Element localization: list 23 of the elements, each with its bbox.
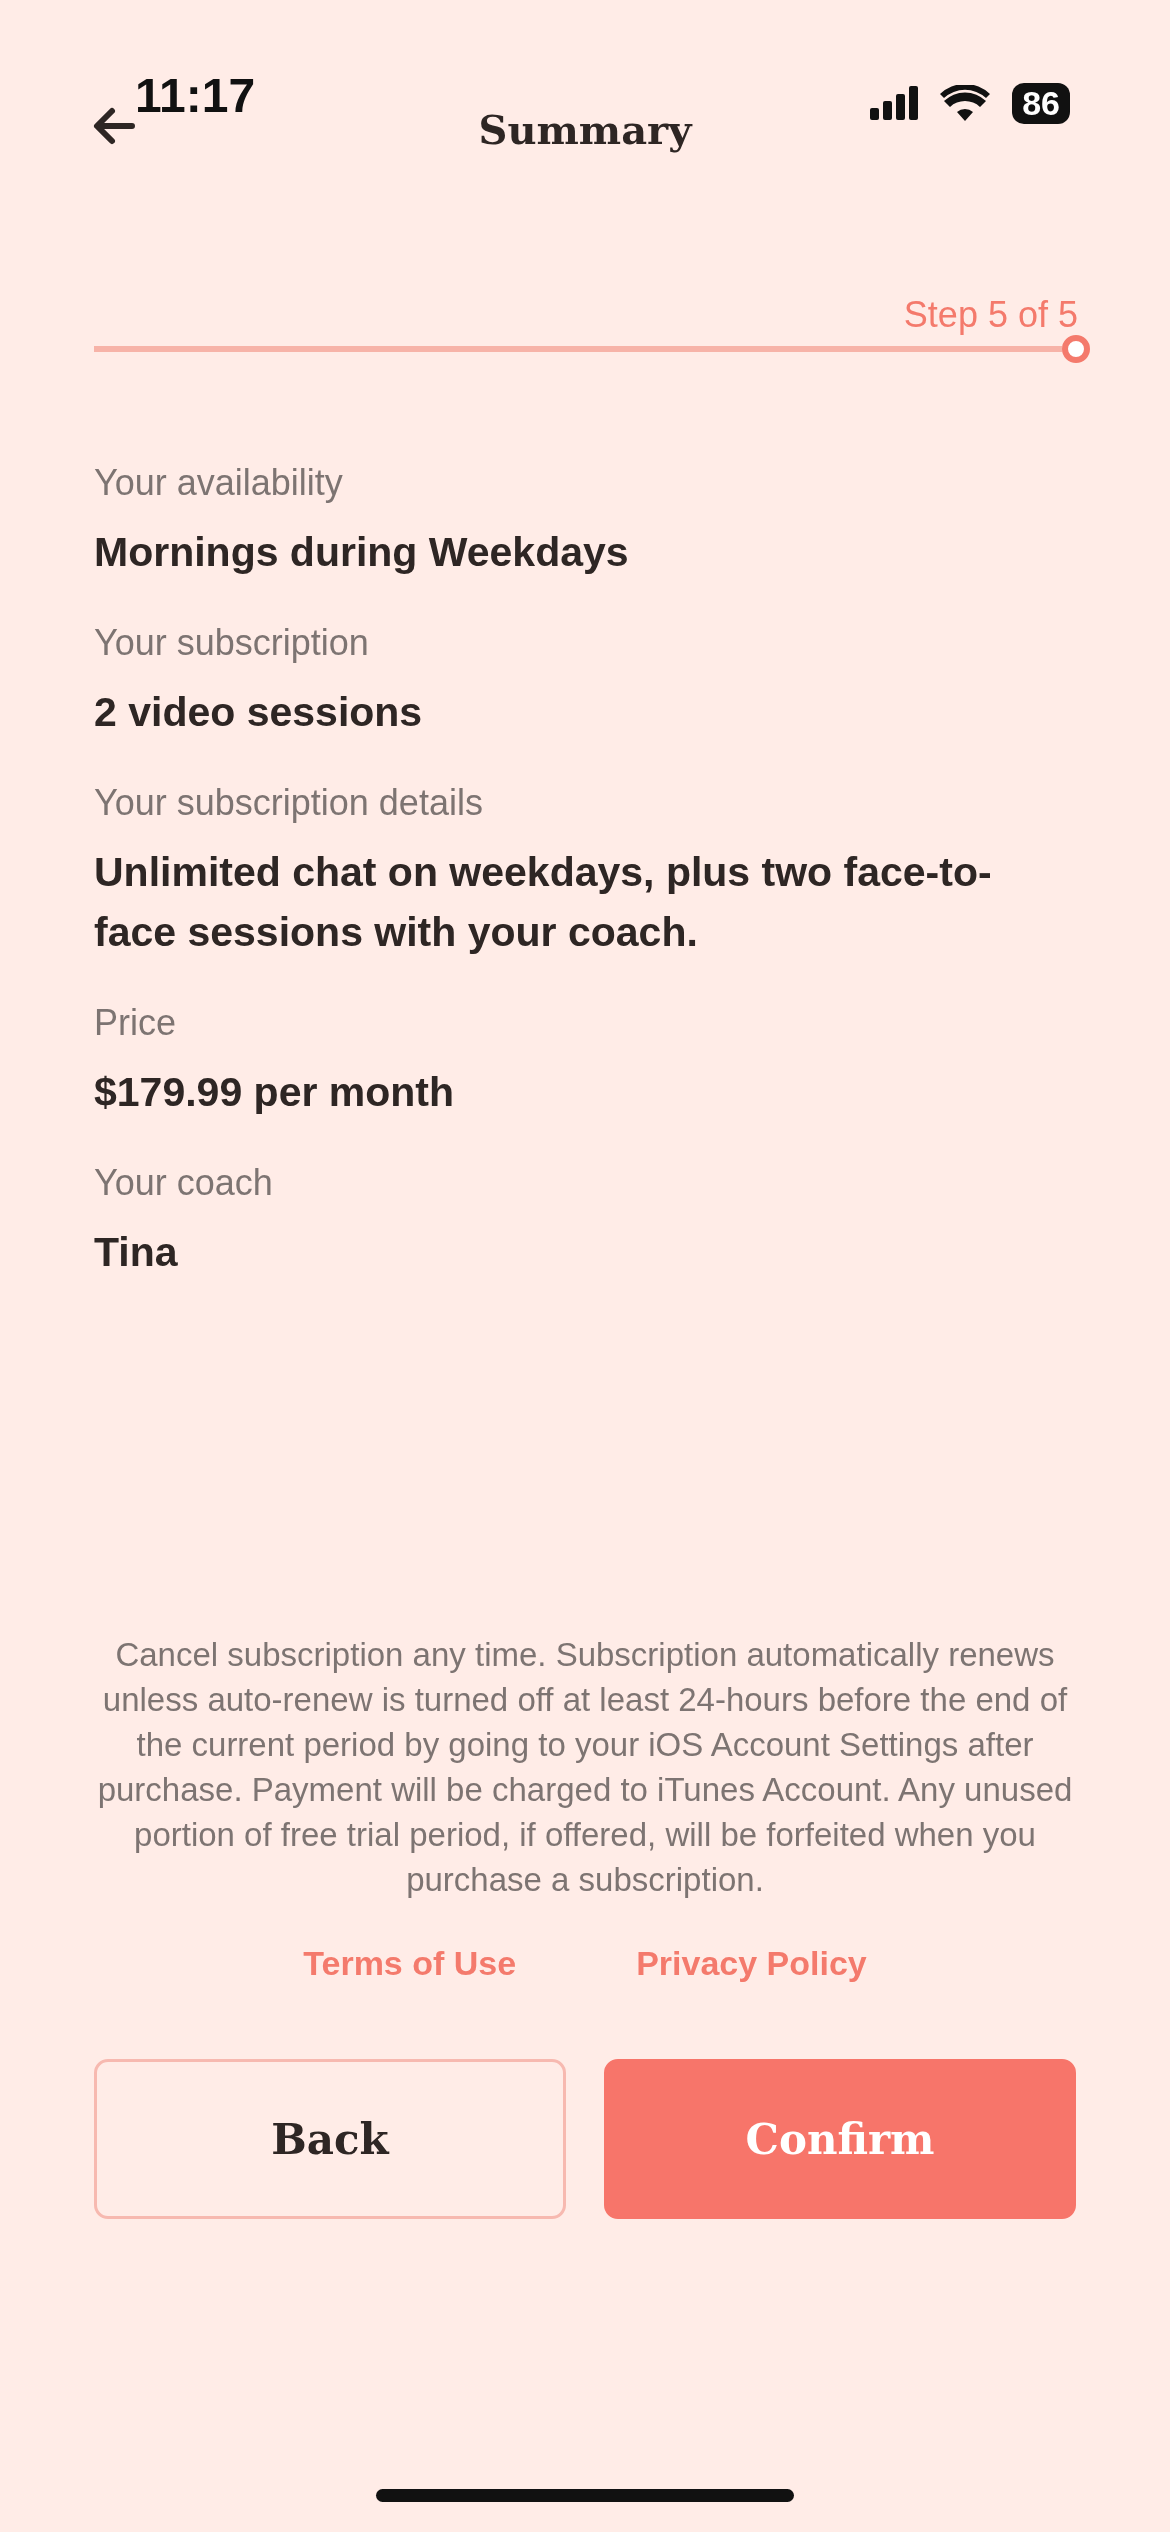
step-label: Step 5 of 5 bbox=[902, 293, 1079, 337]
signal-icon bbox=[870, 86, 919, 121]
page-title: Summary bbox=[478, 105, 692, 155]
field-label: Your coach bbox=[94, 1161, 274, 1206]
field-label: Your subscription bbox=[94, 621, 370, 666]
field-value: Tina bbox=[94, 1228, 179, 1278]
field-label: Your availability bbox=[94, 461, 344, 505]
status-time: 11:17 bbox=[135, 72, 256, 120]
field-value: Unlimited chat on weekdays, plus two face-to-face sessions with your coach. bbox=[94, 848, 993, 957]
field-value: 2 video sessions bbox=[94, 688, 424, 738]
footer-link[interactable]: Privacy Policy bbox=[636, 1938, 867, 1989]
footer-link[interactable]: Terms of Use bbox=[303, 1938, 517, 1989]
back-button[interactable]: Back bbox=[94, 2059, 566, 2219]
field-value: $179.99 per month bbox=[94, 1067, 456, 1117]
confirm-button[interactable]: Confirm bbox=[604, 2059, 1076, 2219]
disclaimer-text: Cancel subscription any time. Subscription automatically renews unless auto-renew is turned off at least 24-hours before the end of the current period by going to your iOS Account Settings after purchase. Payment will be charged to iTunes Account. Any unused portion of free trial period, if offered, will be forfeited when you purchase a subscription. bbox=[96, 1635, 1074, 1900]
battery-level: 86 bbox=[1012, 82, 1070, 124]
progress-thumb bbox=[1062, 335, 1090, 363]
wifi-icon bbox=[940, 85, 991, 122]
field-label: Your subscription details bbox=[94, 781, 484, 826]
field-label: Price bbox=[94, 1001, 178, 1046]
field-value: Mornings during Weekdays bbox=[94, 527, 630, 577]
back-button[interactable] bbox=[92, 106, 136, 146]
